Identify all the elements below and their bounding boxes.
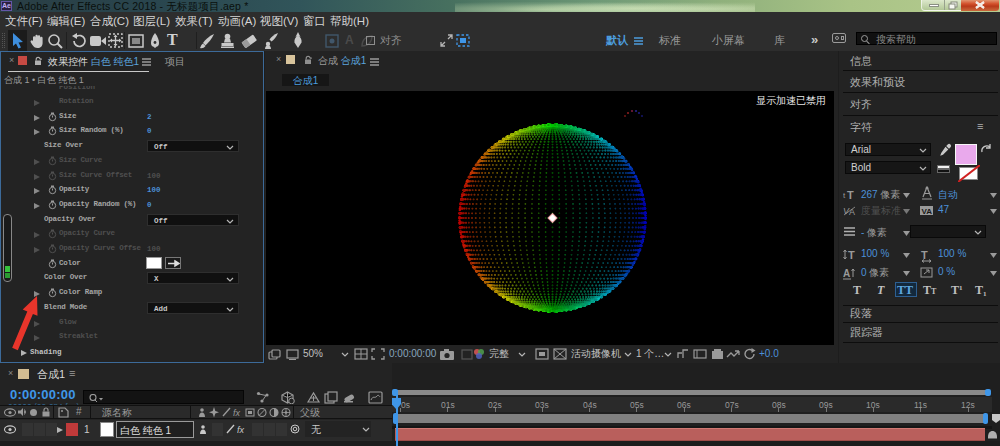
svg-text:fx: fx xyxy=(233,408,241,418)
svg-text:A: A xyxy=(843,268,850,279)
svg-text:T: T xyxy=(847,189,854,200)
svg-text:t: t xyxy=(843,191,846,200)
svg-text:fx: fx xyxy=(237,425,245,435)
svg-text:A: A xyxy=(849,207,855,216)
svg-text:T: T xyxy=(921,249,928,261)
svg-text:T: T xyxy=(848,249,855,260)
svg-text:VA: VA xyxy=(922,207,933,216)
